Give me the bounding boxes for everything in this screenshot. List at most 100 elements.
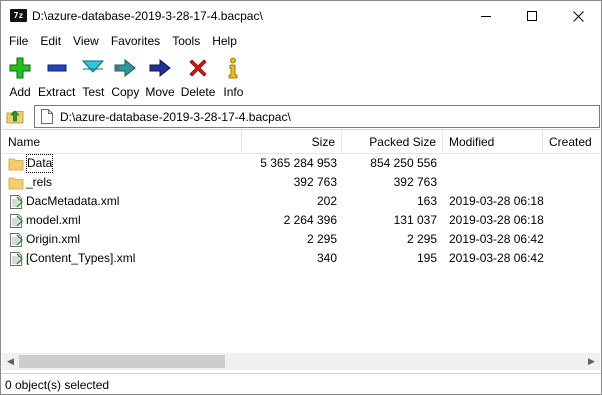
scroll-right-arrow-icon[interactable]: ▶ xyxy=(583,353,600,370)
move-icon xyxy=(149,58,171,78)
modified-cell xyxy=(449,154,544,173)
add-button[interactable]: Add xyxy=(5,53,35,99)
add-icon xyxy=(9,57,31,79)
size-cell: 392 763 xyxy=(293,175,337,189)
column-header-name[interactable]: Name xyxy=(2,130,242,154)
delete-button[interactable]: Delete xyxy=(178,53,219,99)
status-text: 0 object(s) selected xyxy=(5,378,110,392)
menu-tools[interactable]: Tools xyxy=(166,31,206,51)
table-row[interactable]: Data 5 365 284 953 854 250 556 xyxy=(2,154,600,173)
file-name: [Content_Types].xml xyxy=(26,251,136,265)
close-icon xyxy=(572,10,584,22)
packed-size-cell: 392 763 xyxy=(393,175,437,189)
modified-cell: 2019-03-28 06:42 xyxy=(449,251,544,265)
menu-help[interactable]: Help xyxy=(206,31,243,51)
minimize-icon xyxy=(481,15,491,17)
menu-favorites[interactable]: Favorites xyxy=(105,31,166,51)
file-name: model.xml xyxy=(26,213,81,227)
copy-label: Copy xyxy=(111,85,140,99)
size-cell: 202 xyxy=(316,194,337,208)
packed-size-cell: 163 xyxy=(416,194,437,208)
delete-label: Delete xyxy=(180,85,216,99)
size-cell: 2 295 xyxy=(306,232,337,246)
info-label: Info xyxy=(223,85,244,99)
title-bar: 7z D:\azure-database-2019-3-28-17-4.bacp… xyxy=(1,1,601,31)
packed-size-cell: 195 xyxy=(416,251,437,265)
packed-size-cell: 2 295 xyxy=(406,232,437,246)
table-row[interactable]: [Content_Types].xml 340 195 2019-03-28 0… xyxy=(2,249,600,268)
file-name: Data xyxy=(26,154,54,173)
xml-file-icon xyxy=(10,252,23,266)
xml-file-icon xyxy=(10,195,23,209)
test-icon xyxy=(82,60,105,73)
list-header: Name Size Packed Size Modified Created xyxy=(2,130,600,154)
folder-up-icon xyxy=(6,110,24,124)
move-button[interactable]: Move xyxy=(142,53,177,99)
packed-size-cell: 131 037 xyxy=(393,213,437,227)
name-cell: model.xml xyxy=(8,211,238,230)
info-button[interactable]: Info xyxy=(218,53,248,99)
app-window: 7z D:\azure-database-2019-3-28-17-4.bacp… xyxy=(0,0,602,395)
table-row[interactable]: Origin.xml 2 295 2 295 2019-03-28 06:42 xyxy=(2,230,600,249)
menu-edit[interactable]: Edit xyxy=(34,31,67,51)
file-list: Name Size Packed Size Modified Created D… xyxy=(2,129,600,371)
table-row[interactable]: model.xml 2 264 396 131 037 2019-03-28 0… xyxy=(2,211,600,230)
menu-file[interactable]: File xyxy=(3,31,34,51)
window-title: D:\azure-database-2019-3-28-17-4.bacpac\ xyxy=(32,9,263,23)
menu-bar: File Edit View Favorites Tools Help xyxy=(1,31,601,51)
copy-button[interactable]: Copy xyxy=(108,53,142,99)
table-row[interactable]: _rels 392 763 392 763 xyxy=(2,173,600,192)
close-button[interactable] xyxy=(555,1,601,31)
xml-file-icon xyxy=(10,214,23,228)
folder-icon xyxy=(8,158,24,171)
packed-size-cell: 854 250 556 xyxy=(370,156,437,170)
table-row[interactable]: DacMetadata.xml 202 163 2019-03-28 06:18 xyxy=(2,192,600,211)
extract-button[interactable]: Extract xyxy=(35,53,78,99)
address-text: D:\azure-database-2019-3-28-17-4.bacpac\ xyxy=(60,110,291,124)
column-header-packed-size[interactable]: Packed Size xyxy=(342,130,443,154)
modified-cell: 2019-03-28 06:18 xyxy=(449,213,544,227)
file-name: _rels xyxy=(26,175,53,189)
horizontal-scrollbar[interactable]: ◀ ▶ xyxy=(2,353,600,370)
column-header-modified[interactable]: Modified xyxy=(443,130,543,154)
copy-icon xyxy=(114,58,137,78)
test-button[interactable]: Test xyxy=(78,53,108,99)
file-name: Origin.xml xyxy=(26,232,81,246)
size-cell: 2 264 396 xyxy=(283,213,337,227)
folder-icon xyxy=(8,177,24,190)
minimize-button[interactable] xyxy=(463,1,509,31)
size-cell: 5 365 284 953 xyxy=(260,156,337,170)
toolbar: Add Extract Test Copy Move Delete Info xyxy=(1,53,601,101)
file-name: DacMetadata.xml xyxy=(26,194,120,208)
xml-file-icon xyxy=(10,233,23,247)
modified-cell xyxy=(449,173,544,192)
up-folder-button[interactable] xyxy=(5,106,25,126)
name-cell: Data xyxy=(8,154,238,173)
file-icon xyxy=(41,109,53,124)
scrollbar-thumb[interactable] xyxy=(19,355,225,368)
add-label: Add xyxy=(9,85,31,99)
address-row: D:\azure-database-2019-3-28-17-4.bacpac\ xyxy=(1,104,601,128)
list-rows: Data 5 365 284 953 854 250 556 _rels 392… xyxy=(2,154,600,268)
extract-icon xyxy=(47,64,67,72)
status-bar: 0 object(s) selected xyxy=(1,373,601,394)
info-icon xyxy=(228,57,238,79)
7zip-app-icon: 7z xyxy=(10,9,27,22)
maximize-button[interactable] xyxy=(509,1,555,31)
name-cell: [Content_Types].xml xyxy=(8,249,238,268)
size-cell: 340 xyxy=(316,251,337,265)
address-field[interactable]: D:\azure-database-2019-3-28-17-4.bacpac\ xyxy=(34,105,600,128)
scroll-left-arrow-icon[interactable]: ◀ xyxy=(2,353,19,370)
extract-label: Extract xyxy=(38,85,76,99)
move-label: Move xyxy=(145,85,175,99)
delete-icon xyxy=(189,59,207,77)
name-cell: DacMetadata.xml xyxy=(8,192,238,211)
modified-cell: 2019-03-28 06:18 xyxy=(449,194,544,208)
modified-cell: 2019-03-28 06:42 xyxy=(449,232,544,246)
test-label: Test xyxy=(82,85,105,99)
column-header-created[interactable]: Created xyxy=(543,130,600,154)
name-cell: _rels xyxy=(8,173,238,192)
maximize-icon xyxy=(527,11,537,21)
menu-view[interactable]: View xyxy=(67,31,105,51)
column-header-size[interactable]: Size xyxy=(242,130,342,154)
